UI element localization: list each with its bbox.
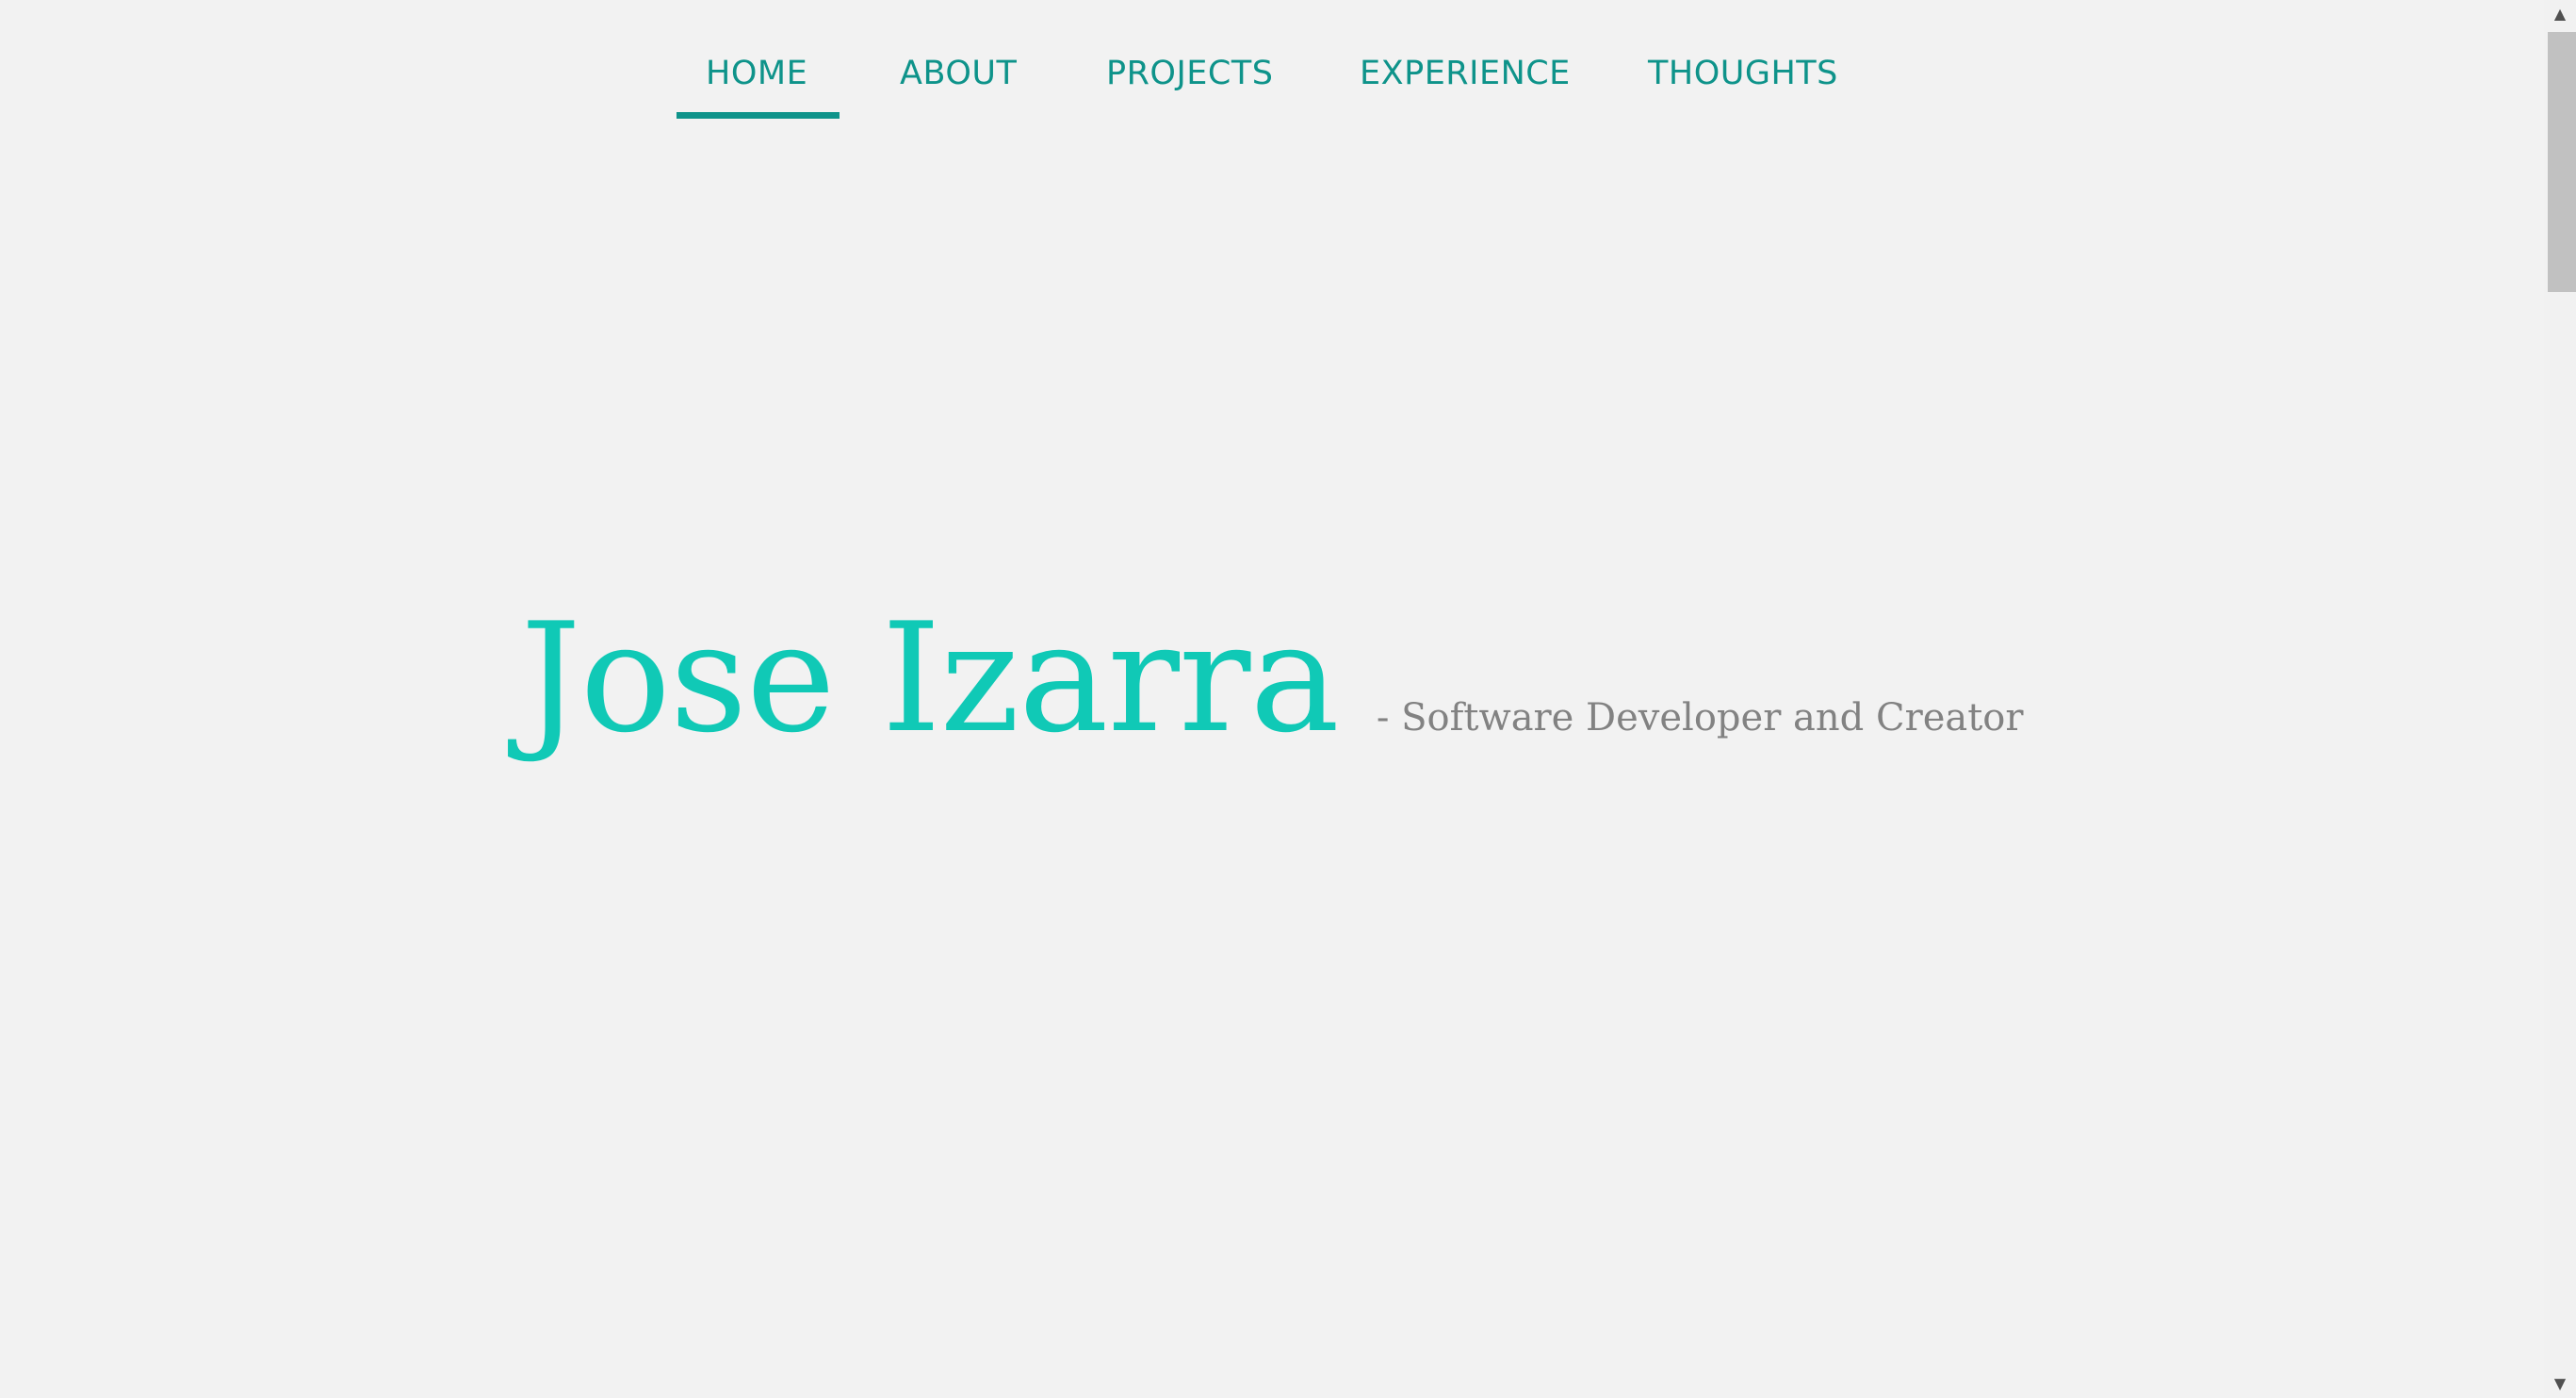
triangle-down-icon[interactable]: ▼	[2544, 1370, 2576, 1398]
hero-tagline: - Software Developer and Creator	[1376, 696, 2024, 740]
nav-item-label: THOUGHTS	[1648, 55, 1838, 92]
main-nav: HOME ABOUT PROJECTS EXPERIENCE THOUGHTS	[0, 0, 2544, 122]
nav-item-label: PROJECTS	[1106, 55, 1274, 92]
hero: Jose Izarra - Software Developer and Cre…	[0, 603, 2544, 791]
nav-item-about[interactable]: ABOUT	[900, 55, 1017, 107]
vertical-scrollbar[interactable]: ▲ ▼	[2544, 0, 2576, 1398]
page: HOME ABOUT PROJECTS EXPERIENCE THOUGHTS …	[0, 0, 2544, 1398]
nav-item-home[interactable]: HOME	[706, 55, 807, 107]
nav-item-experience[interactable]: EXPERIENCE	[1360, 55, 1571, 107]
active-nav-indicator	[677, 112, 840, 119]
nav-item-label: ABOUT	[900, 55, 1018, 92]
nav-item-label: EXPERIENCE	[1360, 55, 1571, 92]
nav-item-label: HOME	[706, 55, 808, 92]
nav-item-projects[interactable]: PROJECTS	[1106, 55, 1273, 107]
hero-name: Jose Izarra	[520, 590, 1339, 766]
nav-item-thoughts[interactable]: THOUGHTS	[1648, 55, 1838, 107]
triangle-up-icon[interactable]: ▲	[2544, 0, 2576, 28]
scrollbar-thumb[interactable]	[2548, 32, 2576, 292]
